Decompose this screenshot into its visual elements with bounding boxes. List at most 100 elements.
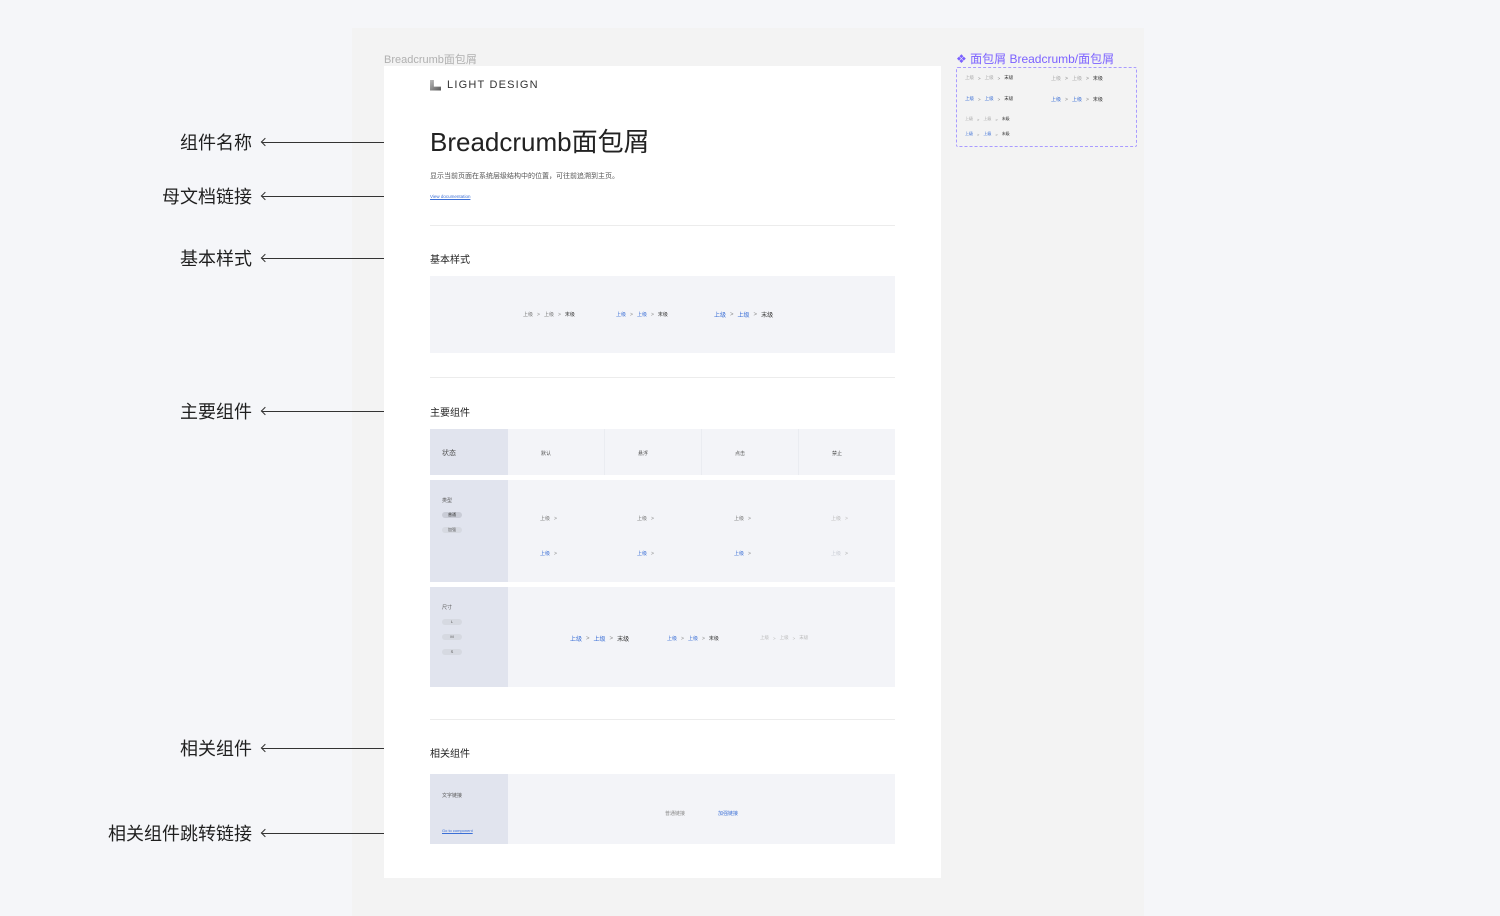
type-strong-default: 上级 > xyxy=(540,550,557,558)
annotation-basic-style: 基本样式 xyxy=(0,247,410,271)
crumb-link: 上级 xyxy=(984,96,994,101)
crumb-item[interactable]: 上级 xyxy=(523,311,533,318)
crumb-current: 末级 xyxy=(1004,75,1014,80)
chevron-right-icon: > xyxy=(1065,96,1068,103)
type-pill-normal[interactable]: 普通 xyxy=(442,512,462,518)
crumb-current: 末级 xyxy=(1092,76,1103,82)
annotation-label: 相关组件跳转链接 xyxy=(108,824,252,844)
state-row: 状态 默认 悬浮 点击 禁止 xyxy=(430,429,895,475)
crumb-link[interactable]: 上级 xyxy=(637,550,647,557)
component-preview[interactable]: 上级 > 上级 > 末级 上级 > 上级 > 末级 上级 > 上级 > 末级 上… xyxy=(956,67,1137,147)
type-row: 类型 普通 加强 上级 > 上级 > 上级 > 上级 > 上级 > 上级 > 上 xyxy=(430,480,895,582)
crumb-link: 上级 xyxy=(965,131,973,136)
type-normal-default: 上级 > xyxy=(540,515,557,523)
breadcrumb-link: 上级 > 上级 > 末级 xyxy=(616,311,668,319)
chevron-right-icon: > xyxy=(537,311,540,318)
chevron-right-icon: > xyxy=(978,75,981,81)
page-description: 显示当前页面在系统层级结构中的位置，可往前追溯到主页。 xyxy=(430,173,619,180)
annotation-component-name: 组件名称 xyxy=(0,131,410,155)
chevron-right-icon: > xyxy=(978,96,981,102)
frame-label[interactable]: Breadcrumb面包屑 xyxy=(384,51,477,67)
type-pill-strong[interactable]: 加强 xyxy=(442,527,462,533)
preview-crumb: 上级 > 上级 > 末级 xyxy=(1051,75,1103,83)
section-title-related: 相关组件 xyxy=(430,749,470,760)
size-pill-small[interactable]: S xyxy=(442,649,462,655)
chevron-right-icon: > xyxy=(651,550,654,557)
related-item-label: 文字链接 xyxy=(442,793,463,799)
chevron-right-icon: > xyxy=(554,515,557,522)
crumb-link[interactable]: 上级 xyxy=(637,311,647,318)
crumb-item[interactable]: 上级 xyxy=(637,515,647,522)
chevron-right-icon: > xyxy=(845,550,848,557)
divider xyxy=(798,429,799,475)
annotation-related-component: 相关组件 xyxy=(0,737,410,761)
crumb-current: 末级 xyxy=(1001,116,1010,121)
crumb-link: 上级 xyxy=(1071,97,1082,103)
divider xyxy=(430,719,895,720)
chevron-right-icon: > xyxy=(773,635,776,641)
crumb-link[interactable]: 上级 xyxy=(667,635,677,642)
crumb-current: 末级 xyxy=(1001,131,1010,136)
size-pill-medium[interactable]: M xyxy=(442,634,462,640)
crumb-item[interactable]: 上级 xyxy=(540,515,550,522)
breadcrumb-size-large: 上级 > 上级 > 末级 xyxy=(570,634,630,644)
go-to-component-link[interactable]: Go to component xyxy=(442,828,473,833)
crumb-item[interactable]: 上级 xyxy=(780,635,789,641)
breadcrumb-size-medium: 上级 > 上级 > 末级 xyxy=(667,635,719,643)
crumb-link[interactable]: 上级 xyxy=(714,310,726,319)
crumb-link[interactable]: 上级 xyxy=(594,634,606,643)
crumb-link[interactable]: 上级 xyxy=(616,311,626,318)
type-strong-disabled: 上级 > xyxy=(831,550,848,558)
annotation-related-link: 相关组件跳转链接 xyxy=(0,822,410,846)
crumb-current: 末级 xyxy=(617,637,630,643)
logo-icon xyxy=(430,79,441,91)
chevron-right-icon: > xyxy=(730,311,734,318)
component-title[interactable]: ❖ 面包屑 Breadcrumb/面包屑 xyxy=(956,50,1114,67)
breadcrumb-large: 上级 > 上级 > 末级 xyxy=(714,310,773,320)
chevron-right-icon: > xyxy=(681,635,684,642)
crumb-item: 上级 xyxy=(1071,76,1082,82)
normal-link-sample[interactable]: 普通链接 xyxy=(665,810,685,817)
crumb-item: 上级 xyxy=(984,75,994,80)
crumb-item[interactable]: 上级 xyxy=(734,515,744,522)
crumb-link: 上级 xyxy=(831,551,842,557)
type-strong-active: 上级 > xyxy=(734,550,751,558)
annotation-label: 基本样式 xyxy=(180,249,252,269)
state-default: 默认 xyxy=(541,451,552,457)
crumb-link[interactable]: 上级 xyxy=(570,634,582,643)
state-hover: 悬浮 xyxy=(638,451,649,457)
chevron-right-icon: > xyxy=(1085,75,1089,82)
chevron-right-icon: > xyxy=(748,515,751,522)
crumb-item[interactable]: 上级 xyxy=(760,635,769,641)
logo: LIGHT DESIGN xyxy=(430,78,539,92)
view-documentation-link[interactable]: View documentation xyxy=(430,194,470,199)
crumb-item: 上级 xyxy=(965,75,974,80)
doc-frame[interactable]: LIGHT DESIGN Breadcrumb面包屑 显示当前页面在系统层级结构… xyxy=(384,66,941,878)
size-label: 尺寸 xyxy=(442,605,453,611)
breadcrumb-size-small: 上级 > 上级 > 末级 xyxy=(760,635,808,641)
section-title-basic: 基本样式 xyxy=(430,255,470,266)
crumb-link[interactable]: 上级 xyxy=(540,550,550,557)
type-normal-disabled: 上级 > xyxy=(831,515,848,523)
crumb-item[interactable]: 上级 xyxy=(544,311,554,318)
divider xyxy=(701,429,702,475)
crumb-current: 末级 xyxy=(657,312,668,318)
chevron-right-icon: > xyxy=(650,311,654,318)
chevron-right-icon: > xyxy=(748,550,751,557)
size-pill-large[interactable]: L xyxy=(442,619,462,625)
strong-link-sample[interactable]: 加强链接 xyxy=(718,810,738,817)
crumb-item: 上级 xyxy=(831,516,842,522)
state-disabled: 禁止 xyxy=(832,451,843,457)
preview-crumb: 上级 > 上级 > 末级 xyxy=(965,131,1010,137)
crumb-current: 末级 xyxy=(1092,97,1103,103)
crumb-link[interactable]: 上级 xyxy=(734,550,744,557)
annotation-doc-link: 母文档链接 xyxy=(0,185,410,209)
crumb-link[interactable]: 上级 xyxy=(688,635,698,642)
component-diamond-icon: ❖ xyxy=(956,52,967,66)
chevron-right-icon: > xyxy=(651,515,654,522)
chevron-right-icon: > xyxy=(995,131,998,137)
crumb-link[interactable]: 上级 xyxy=(738,310,750,319)
size-row: 尺寸 L M S 上级 > 上级 > 末级 上级 > 上级 > 末级 上级 > … xyxy=(430,587,895,687)
related-panel: 文字链接 Go to component 普通链接 加强链接 xyxy=(430,774,895,844)
state-header-cell: 状态 xyxy=(430,429,508,475)
